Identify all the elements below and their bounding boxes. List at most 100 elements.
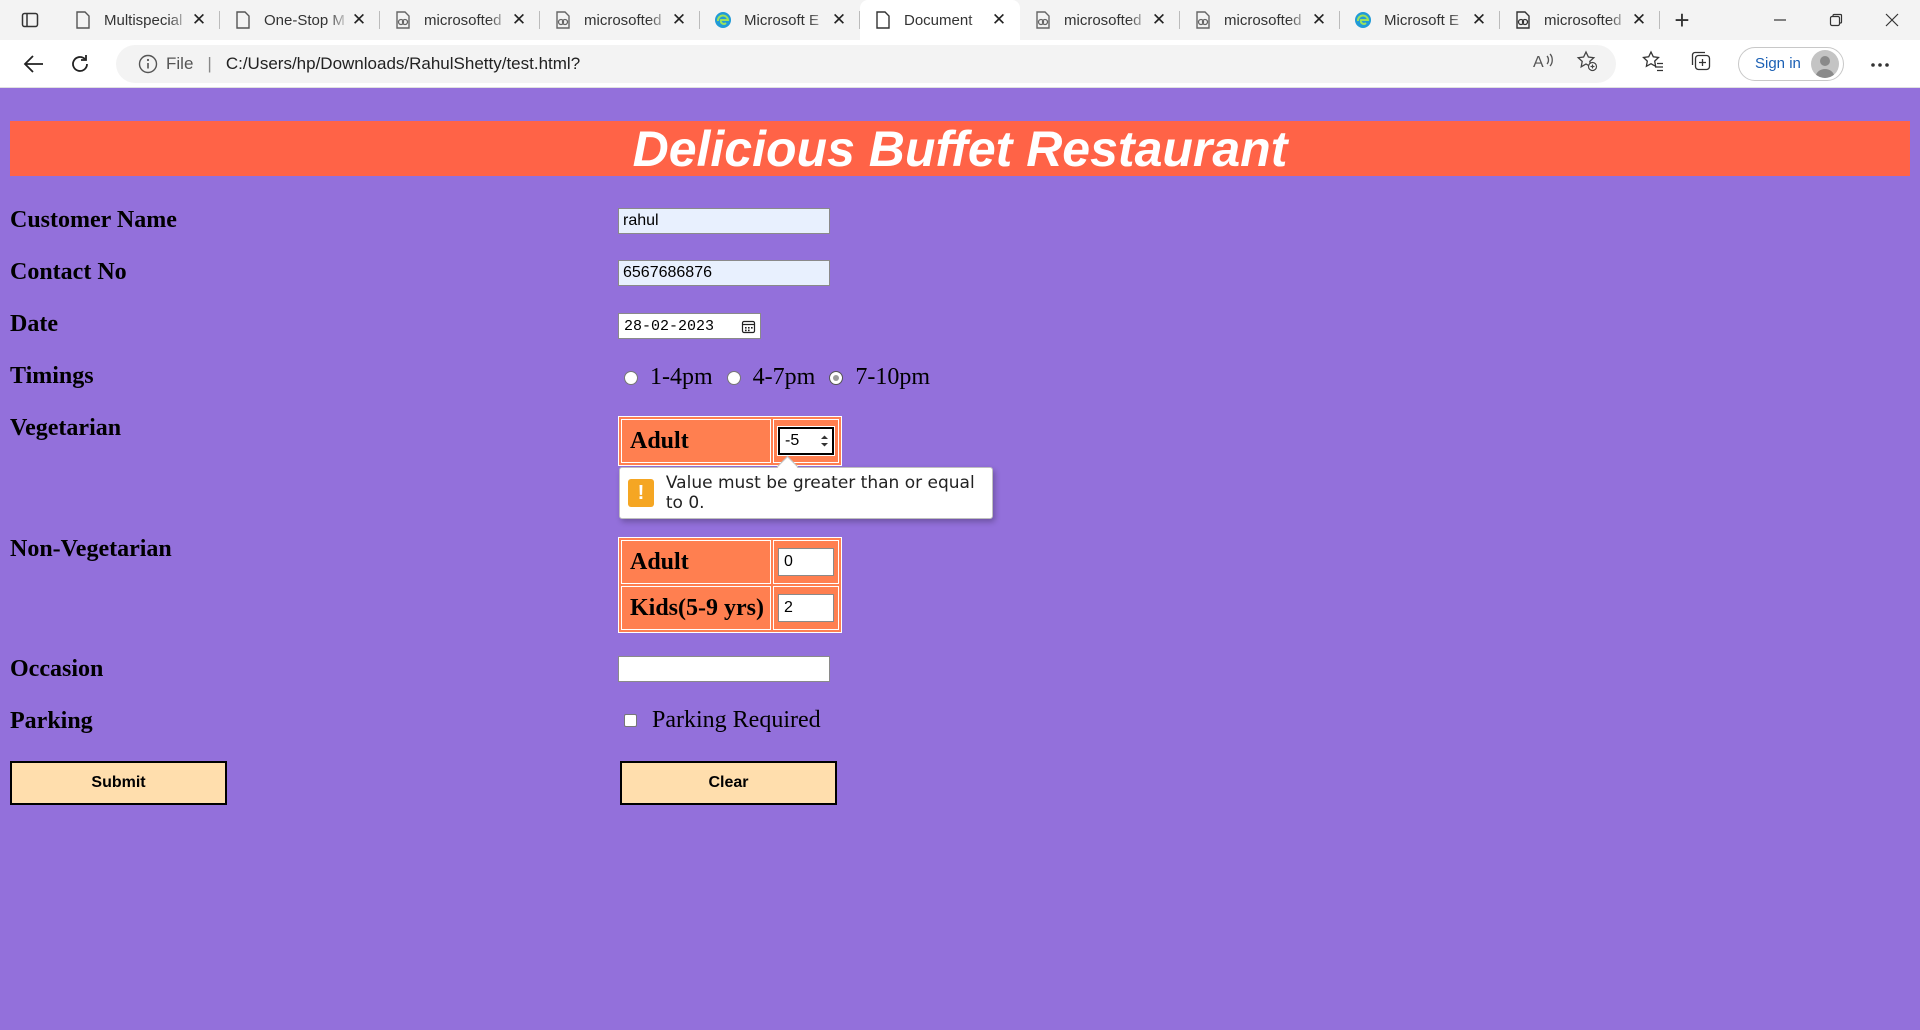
vegetarian-label: Vegetarian — [10, 415, 122, 441]
nonveg-kids-input[interactable]: 2 — [778, 594, 834, 622]
info-icon — [138, 54, 158, 73]
back-button[interactable] — [12, 44, 56, 84]
close-tab-icon[interactable]: ✕ — [670, 10, 688, 29]
browser-tab-active[interactable]: Document ✕ — [860, 0, 1020, 40]
clear-button[interactable]: Clear — [620, 761, 837, 805]
more-icon — [1871, 62, 1889, 67]
validation-tooltip: ! Value must be greater than or equal to… — [619, 467, 993, 519]
timing-radio-1-4pm[interactable] — [624, 370, 638, 385]
add-favorite-button[interactable] — [1576, 50, 1598, 77]
warning-icon: ! — [628, 479, 654, 507]
close-tab-icon[interactable]: ✕ — [350, 10, 368, 29]
address-separator: | — [207, 53, 212, 73]
submit-button[interactable]: Submit — [10, 761, 227, 805]
site-info-button[interactable]: File — [138, 54, 193, 74]
browser-tab[interactable]: Microsoft E ✕ — [700, 0, 860, 40]
contact-no-input[interactable]: 6567686876 — [618, 260, 830, 286]
restore-icon — [1829, 13, 1843, 27]
browser-tab[interactable]: microsofted ✕ — [1500, 0, 1660, 40]
link-page-icon — [554, 11, 572, 29]
nonveg-kids-cell: 2 — [773, 586, 839, 630]
toolbar-right: Sign in — [1642, 46, 1908, 81]
refresh-button[interactable] — [58, 44, 102, 84]
occasion-label: Occasion — [10, 656, 104, 682]
table-row: Kids(5-9 yrs) 2 — [621, 586, 839, 630]
minimize-button[interactable] — [1752, 0, 1808, 40]
tab-title: One-Stop M — [264, 11, 345, 29]
address-bar[interactable]: File | C:/Users/hp/Downloads/RahulShetty… — [116, 44, 1616, 83]
avatar — [1810, 49, 1839, 78]
read-aloud-button[interactable]: A — [1532, 51, 1554, 76]
close-icon — [1885, 13, 1899, 27]
restore-button[interactable] — [1808, 0, 1864, 40]
veg-adult-label: Adult — [621, 419, 771, 463]
close-tab-icon[interactable]: ✕ — [1150, 10, 1168, 29]
browser-tab[interactable]: Microsoft E ✕ — [1340, 0, 1500, 40]
sign-in-button[interactable]: Sign in — [1738, 46, 1844, 81]
edge-icon — [1354, 11, 1372, 29]
timings-label: Timings — [10, 363, 94, 389]
occasion-input[interactable] — [618, 656, 830, 682]
tab-title: microsofted — [1064, 11, 1142, 29]
close-tab-icon[interactable]: ✕ — [830, 10, 848, 29]
url-text[interactable]: C:/Users/hp/Downloads/RahulShetty/test.h… — [226, 54, 580, 74]
timings-radio-group: 1-4pm 4-7pm 7-10pm — [624, 364, 944, 391]
collections-button[interactable] — [1690, 50, 1712, 77]
tab-title: Document — [904, 11, 973, 29]
scheme-label: File — [166, 53, 194, 73]
timing-option-label: 4-7pm — [752, 364, 816, 390]
close-tab-icon[interactable]: ✕ — [1310, 10, 1328, 29]
tab-actions-button[interactable] — [0, 0, 60, 40]
link-page-icon — [1034, 11, 1052, 29]
settings-more-button[interactable] — [1870, 55, 1890, 73]
nonveg-adult-input[interactable]: 0 — [778, 548, 834, 576]
close-window-button[interactable] — [1864, 0, 1920, 40]
browser-tab[interactable]: microsofted ✕ — [540, 0, 700, 40]
customer-name-input[interactable]: rahul — [618, 208, 830, 234]
radio-selected-dot — [833, 374, 840, 381]
non-vegetarian-label: Non-Vegetarian — [10, 536, 172, 562]
close-tab-icon[interactable]: ✕ — [190, 10, 208, 29]
profile-icon — [1814, 55, 1835, 78]
favorites-button[interactable] — [1642, 50, 1664, 77]
tab-title: Multispecial — [104, 11, 183, 29]
validation-message: Value must be greater than or equal to 0… — [665, 473, 975, 513]
tab-title: Microsoft E — [1384, 11, 1460, 29]
browser-tab[interactable]: One-Stop M ✕ — [220, 0, 380, 40]
nonveg-adult-cell: 0 — [773, 540, 839, 584]
star-plus-icon — [1576, 50, 1598, 72]
contact-no-label: Contact No — [10, 259, 127, 285]
nonveg-kids-label: Kids(5-9 yrs) — [621, 586, 771, 630]
browser-tab[interactable]: microsofted ✕ — [1020, 0, 1180, 40]
timing-radio-4-7pm[interactable] — [726, 370, 741, 385]
vegetarian-table: Adult -5 — [618, 416, 842, 466]
close-tab-icon[interactable]: ✕ — [990, 10, 1008, 29]
new-tab-button[interactable]: + — [1660, 0, 1704, 40]
browser-tab[interactable]: Multispecial ✕ — [60, 0, 220, 40]
svg-text:A: A — [1533, 54, 1544, 71]
browser-toolbar: File | C:/Users/hp/Downloads/RahulShetty… — [0, 40, 1920, 88]
close-tab-icon[interactable]: ✕ — [1470, 10, 1488, 29]
page-icon — [234, 11, 252, 29]
tab-title: Microsoft E — [744, 11, 820, 29]
page-icon — [74, 11, 92, 29]
veg-adult-cell: -5 — [773, 419, 839, 463]
timing-option-label: 7-10pm — [855, 364, 931, 390]
calendar-icon[interactable] — [741, 319, 756, 334]
close-tab-icon[interactable]: ✕ — [510, 10, 528, 29]
close-tab-icon[interactable]: ✕ — [1630, 10, 1648, 29]
customer-name-label: Customer Name — [10, 207, 177, 233]
sign-in-label: Sign in — [1755, 55, 1801, 72]
timing-radio-7-10pm[interactable] — [829, 370, 844, 385]
tab-title: microsofted — [584, 11, 662, 29]
restaurant-banner: Delicious Buffet Restaurant — [10, 121, 1910, 177]
tab-title: microsofted — [1544, 11, 1622, 29]
browser-tab[interactable]: microsofted ✕ — [380, 0, 540, 40]
collections-icon — [1691, 51, 1711, 71]
veg-adult-input[interactable]: -5 — [777, 426, 835, 456]
date-input[interactable]: 28-02-2023 — [618, 313, 761, 339]
parking-checkbox[interactable] — [624, 714, 637, 727]
veg-adult-value: -5 — [785, 432, 800, 449]
browser-tab[interactable]: microsofted ✕ — [1180, 0, 1340, 40]
spinner-arrows-icon[interactable] — [820, 434, 829, 448]
